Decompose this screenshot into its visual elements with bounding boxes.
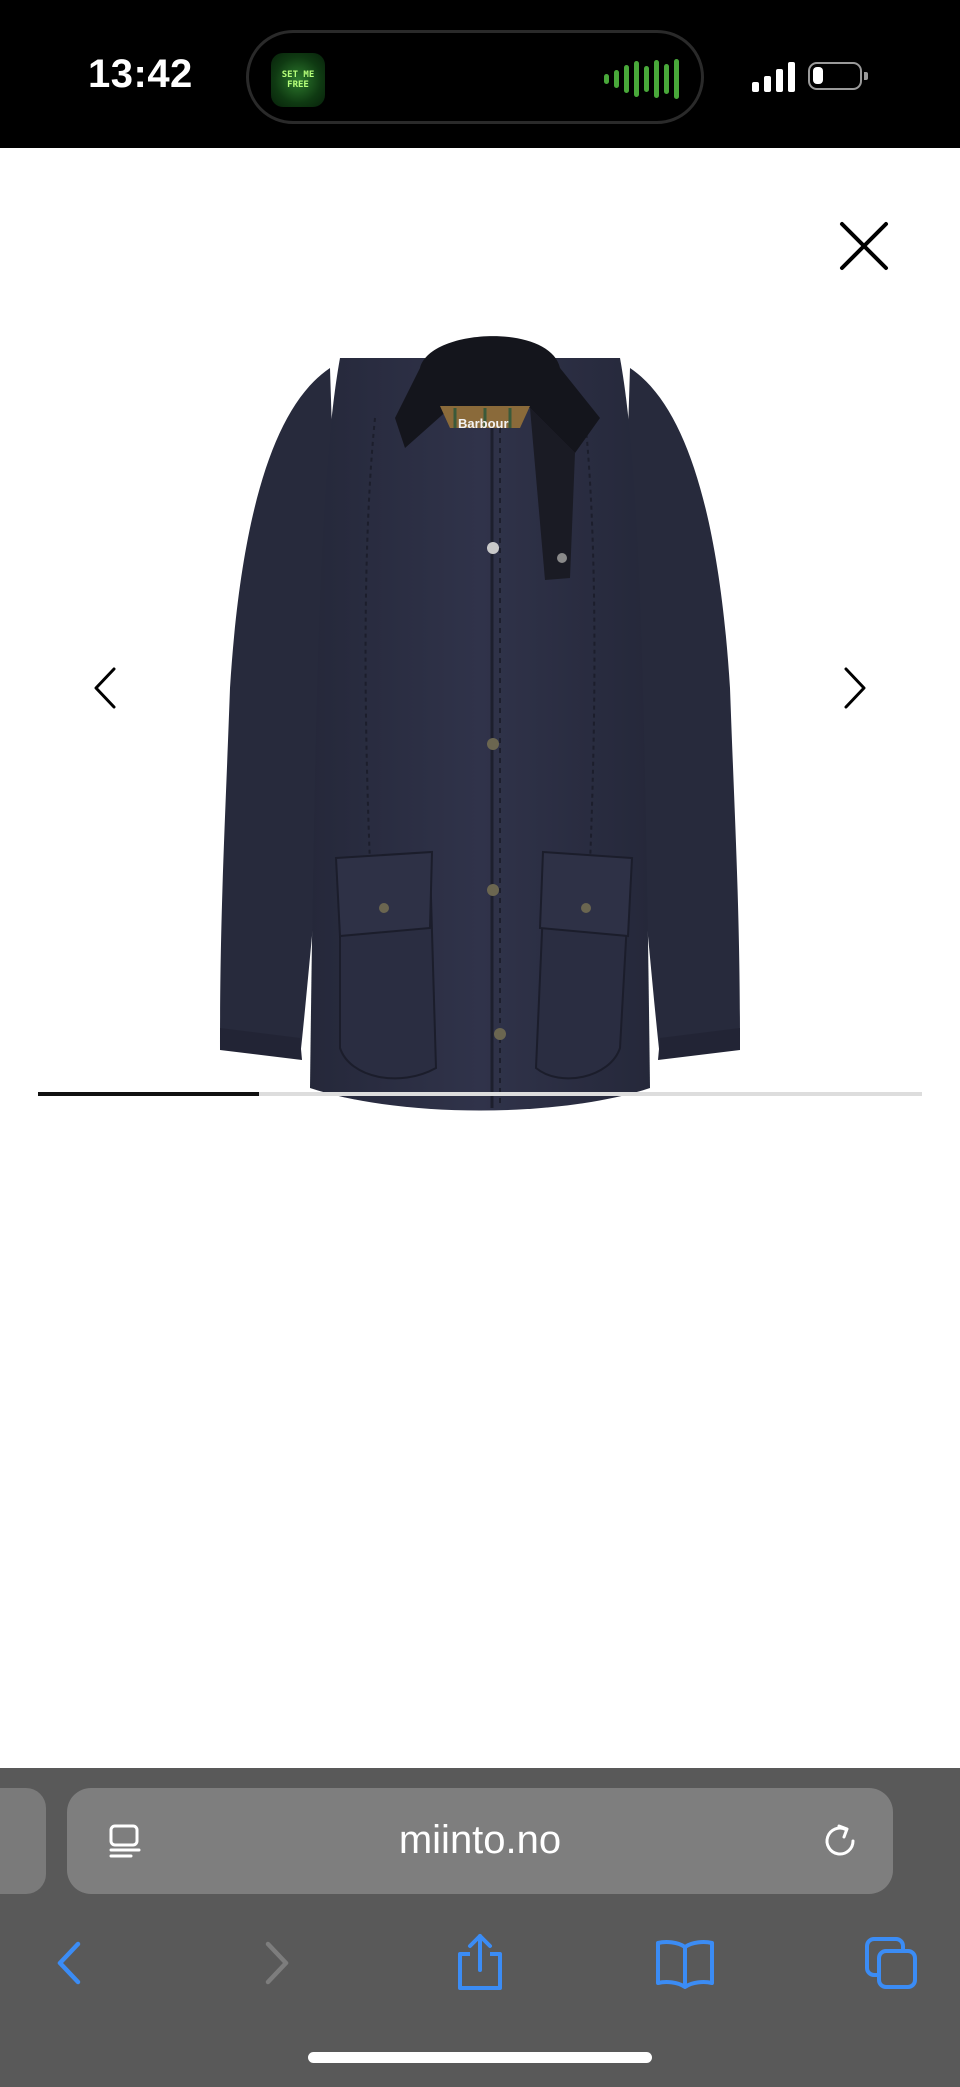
dynamic-island[interactable]: SET ME FREE [246, 30, 704, 124]
chevron-right-icon [265, 1941, 289, 1985]
chevron-left-icon [94, 667, 116, 709]
chevron-right-icon [844, 667, 866, 709]
address-bar[interactable]: miinto.no [67, 1788, 893, 1894]
battery-level-fill [813, 67, 823, 84]
forward-button[interactable] [242, 1928, 312, 1998]
previous-image-button[interactable] [80, 648, 130, 728]
browser-toolbar: miinto.no [0, 1768, 960, 2087]
address-text[interactable]: miinto.no [67, 1818, 893, 1863]
previous-tab-preview[interactable] [0, 1788, 46, 1894]
chevron-left-icon [57, 1941, 81, 1985]
product-image-gallery: Barbour [0, 148, 960, 1768]
tabs-button[interactable] [856, 1928, 926, 1998]
share-icon [458, 1934, 502, 1990]
bookmarks-button[interactable] [650, 1928, 720, 1998]
now-playing-artwork[interactable]: SET ME FREE [271, 53, 325, 107]
image-brand-label: Barbour [458, 416, 509, 431]
back-button[interactable] [34, 1928, 104, 1998]
gallery-progress-fill [38, 1092, 259, 1096]
book-icon [656, 1940, 714, 1989]
gallery-progress-bar [38, 1092, 922, 1096]
share-button[interactable] [445, 1928, 515, 1998]
battery-icon [808, 62, 868, 90]
audio-waveform-icon [604, 59, 679, 99]
close-button[interactable] [832, 214, 896, 278]
reload-icon[interactable] [819, 1820, 861, 1862]
home-indicator[interactable] [308, 2052, 652, 2063]
product-image-jacket[interactable]: Barbour [200, 268, 760, 1148]
now-playing-art-text: SET ME FREE [281, 70, 315, 90]
status-bar: 13:42 SET ME FREE [0, 0, 960, 148]
next-image-button[interactable] [830, 648, 880, 728]
close-icon [840, 222, 888, 270]
tabs-icon [865, 1937, 917, 1989]
cellular-signal-icon [752, 60, 795, 92]
status-time: 13:42 [88, 52, 193, 96]
